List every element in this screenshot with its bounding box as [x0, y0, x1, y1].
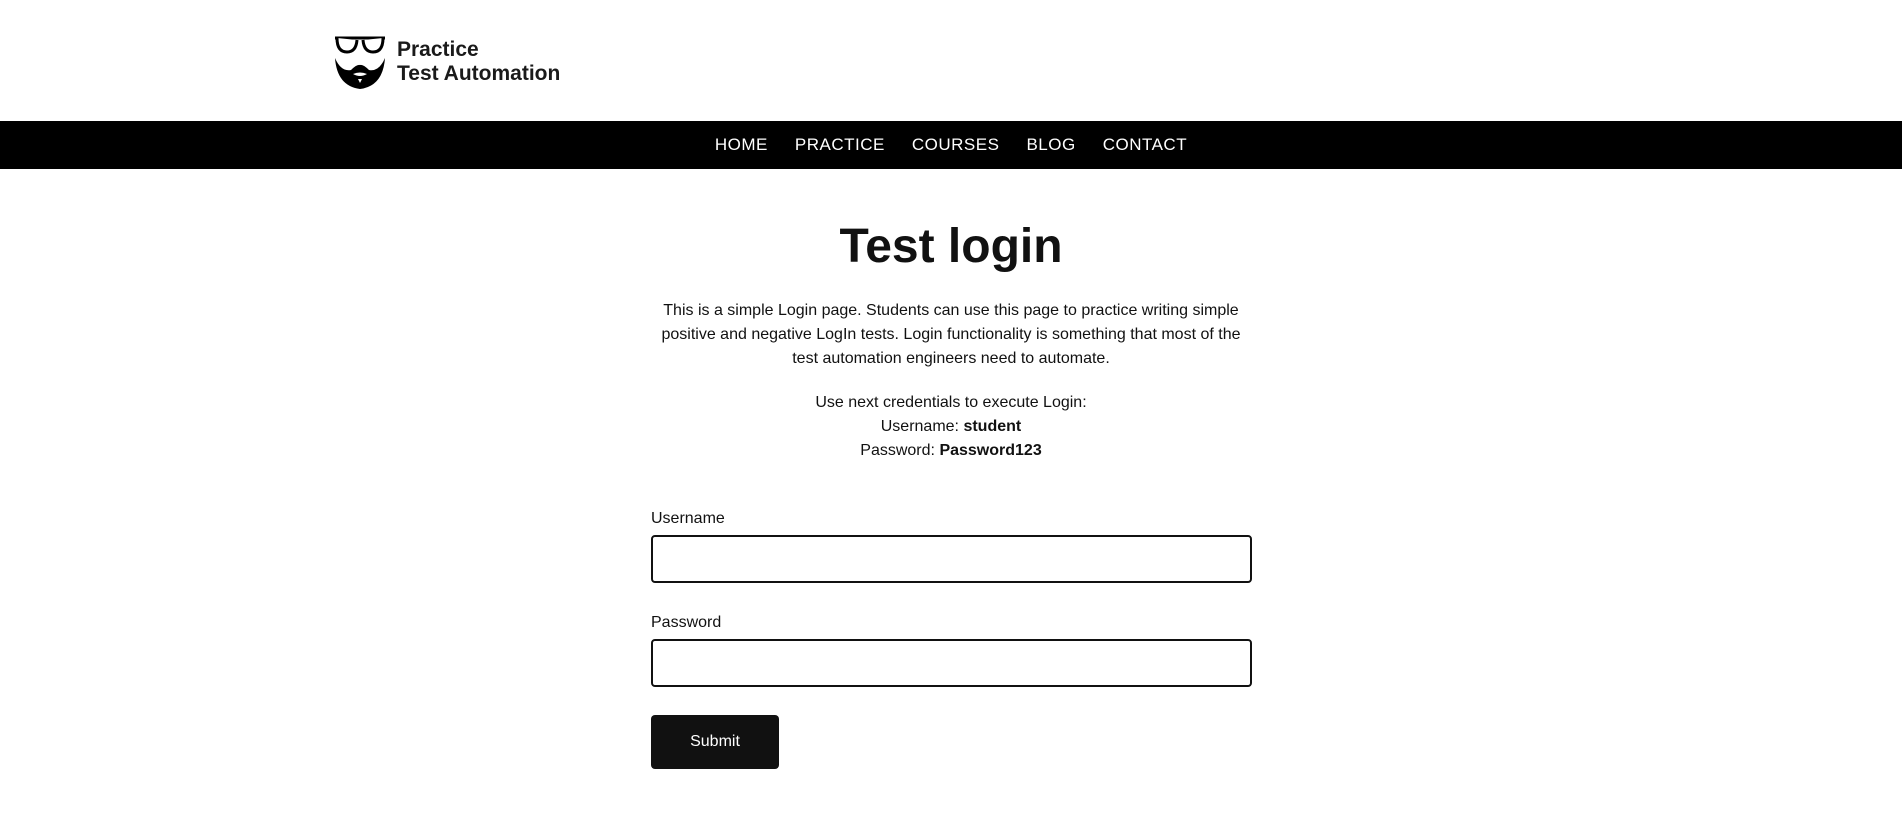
username-field-group: Username: [651, 509, 1252, 583]
main-content: Test login This is a simple Login page. …: [0, 169, 1902, 769]
glasses-beard-icon: [335, 36, 385, 89]
credentials-password-label: Password:: [860, 442, 935, 459]
credentials-password: Password: Password123: [661, 439, 1241, 463]
site-logo[interactable]: Practice Test Automation: [333, 34, 560, 90]
nav-item-contact[interactable]: CONTACT: [1089, 135, 1200, 154]
nav-item-courses[interactable]: COURSES: [898, 135, 1013, 154]
password-label: Password: [651, 614, 722, 631]
main-nav: HOME PRACTICE COURSES BLOG CONTACT: [0, 121, 1902, 169]
credentials-password-value: Password123: [939, 442, 1042, 459]
nav-item-blog[interactable]: BLOG: [1013, 135, 1089, 154]
nav-list: HOME PRACTICE COURSES BLOG CONTACT: [0, 121, 1902, 169]
credentials-username: Username: student: [661, 415, 1241, 439]
logo-line-2: Test Automation: [397, 62, 561, 85]
login-form: Username Password Submit: [651, 509, 1252, 769]
nav-item-practice[interactable]: PRACTICE: [781, 135, 898, 154]
password-input[interactable]: [651, 639, 1252, 687]
credentials-username-value: student: [963, 418, 1022, 435]
logo-text: Practice Test Automation: [397, 38, 560, 86]
page-description: This is a simple Login page. Students ca…: [661, 302, 1241, 367]
site-header: Practice Test Automation: [0, 0, 1902, 121]
logo-line-1: Practice: [397, 38, 479, 61]
password-field-group: Password: [651, 613, 1252, 687]
username-input[interactable]: [651, 535, 1252, 583]
nav-item-home[interactable]: HOME: [701, 135, 781, 154]
submit-button[interactable]: Submit: [651, 715, 779, 769]
credentials-username-label: Username:: [880, 418, 959, 435]
username-label: Username: [651, 510, 725, 527]
credentials-intro: Use next credentials to execute Login:: [815, 394, 1087, 411]
credentials-info: Use next credentials to execute Login: U…: [661, 391, 1241, 463]
page-title: Test login: [839, 220, 1063, 273]
